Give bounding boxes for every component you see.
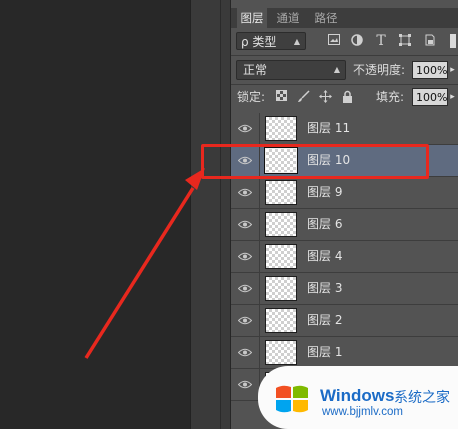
watermark-subtitle: 系统之家: [394, 390, 450, 406]
watermark: Windows 系统之家 www.bjjmlv.com: [258, 366, 458, 429]
annotation-arrow: [84, 168, 205, 359]
windows-logo-icon: [276, 385, 308, 413]
watermark-title: Windows: [320, 386, 395, 405]
watermark-url: www.bjjmlv.com: [322, 406, 403, 418]
